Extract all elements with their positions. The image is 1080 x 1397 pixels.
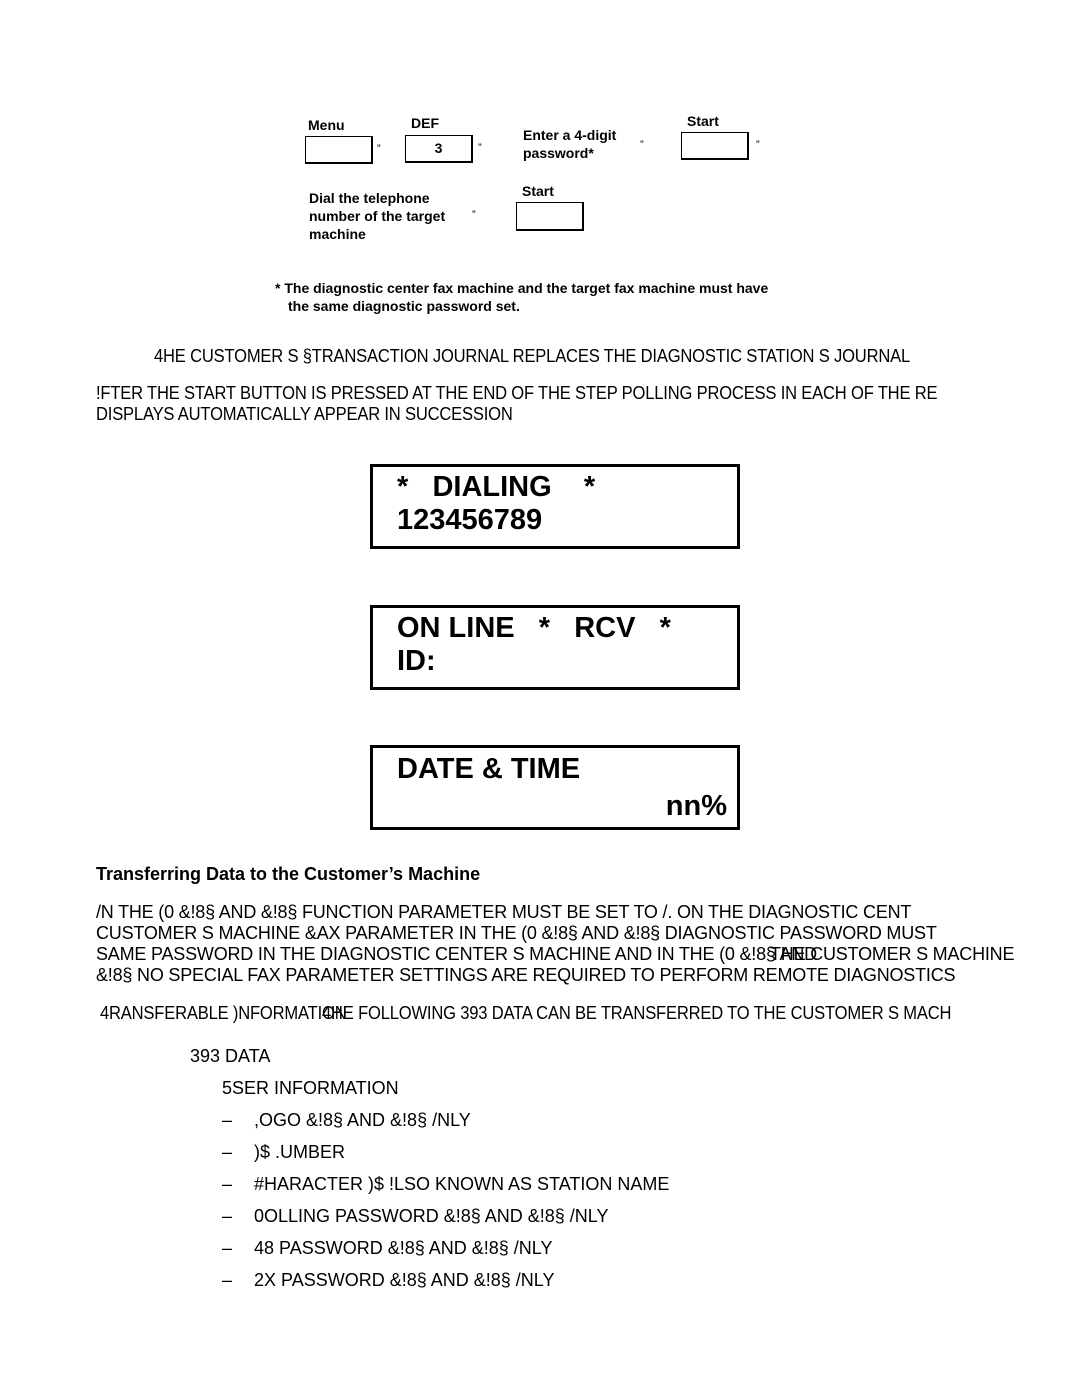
arrow-icon: ” <box>472 209 476 221</box>
journal-note: 4HE CUSTOMER S §TRANSACTION JOURNAL REPL… <box>154 346 911 366</box>
list-subtitle: 5SER INFORMATION <box>222 1078 399 1098</box>
section-heading: Transferring Data to the Customer’s Mach… <box>96 864 481 884</box>
dial-instruction-line2: number of the target <box>309 208 446 224</box>
after-start-line1: !FTER THE START BUTTON IS PRESSED AT THE… <box>96 383 938 403</box>
transferable-label: 4RANSFERABLE )NFORMATION <box>100 1003 347 1023</box>
footnote-line1: * The diagnostic center fax machine and … <box>275 280 769 296</box>
start-key-label: Start <box>522 183 554 199</box>
menu-key-label: Menu <box>308 117 345 133</box>
dial-instruction-line1: Dial the telephone <box>309 190 430 206</box>
dash-bullet: – <box>222 1238 233 1258</box>
lcd-display-dialing: * DIALING * 123456789 <box>370 464 740 549</box>
lcd-line2: ID: <box>397 645 436 677</box>
list-item: 2X PASSWORD &!8§ AND &!8§ /NLY <box>254 1270 555 1290</box>
list-item: ,OGO &!8§ AND &!8§ /NLY <box>254 1110 471 1130</box>
para-line-overlap: THE CUSTOMER S MACHINE <box>770 944 1015 964</box>
lcd-line2: 123456789 <box>397 504 543 536</box>
lcd-line1: * DIALING * <box>397 471 596 503</box>
dial-instruction-line3: machine <box>309 226 366 242</box>
start-key <box>516 202 584 231</box>
start-key <box>681 132 749 160</box>
transferable-text: 4HE FOLLOWING 393 DATA CAN BE TRANSFERRE… <box>322 1003 952 1023</box>
dash-bullet: – <box>222 1270 233 1290</box>
password-instruction-line2: password* <box>523 145 594 161</box>
start-key-label: Start <box>687 113 719 129</box>
lcd-line2-progress: nn% <box>665 790 727 822</box>
arrow-icon: ” <box>478 142 482 154</box>
def-key-3: 3 <box>405 135 473 163</box>
dash-bullet: – <box>222 1206 233 1226</box>
dash-bullet: – <box>222 1174 233 1194</box>
def-key-label: DEF <box>411 115 439 131</box>
arrow-icon: ” <box>640 139 644 151</box>
list-item: 48 PASSWORD &!8§ AND &!8§ /NLY <box>254 1238 553 1258</box>
password-instruction-line1: Enter a 4-digit <box>523 127 617 143</box>
arrow-icon: ” <box>756 139 760 151</box>
dash-bullet: – <box>222 1110 233 1130</box>
para-line: /N THE (0 &!8§ AND &!8§ FUNCTION PARAMET… <box>96 902 912 922</box>
menu-key <box>305 136 373 164</box>
para-line: SAME PASSWORD IN THE DIAGNOSTIC CENTER S… <box>96 944 817 964</box>
arrow-icon: ” <box>377 143 381 155</box>
lcd-display-date-time: DATE & TIME nn% <box>370 745 740 830</box>
list-item: 0OLLING PASSWORD &!8§ AND &!8§ /NLY <box>254 1206 609 1226</box>
lcd-display-online: ON LINE * RCV * ID: <box>370 605 740 690</box>
dash-bullet: – <box>222 1142 233 1162</box>
lcd-line1: ON LINE * RCV * <box>397 612 671 644</box>
list-item: )$ .UMBER <box>254 1142 346 1162</box>
list-item: #HARACTER )$ !LSO KNOWN AS STATION NAME <box>254 1174 670 1194</box>
lcd-line1: DATE & TIME <box>397 753 581 785</box>
after-start-line2: DISPLAYS AUTOMATICALLY APPEAR IN SUCCESS… <box>96 404 513 424</box>
list-title: 393 DATA <box>190 1046 271 1066</box>
para-line: CUSTOMER S MACHINE &AX PARAMETER IN THE … <box>96 923 937 943</box>
footnote-line2: the same diagnostic password set. <box>288 298 520 314</box>
para-line: &!8§ NO SPECIAL FAX PARAMETER SETTINGS A… <box>96 965 956 985</box>
